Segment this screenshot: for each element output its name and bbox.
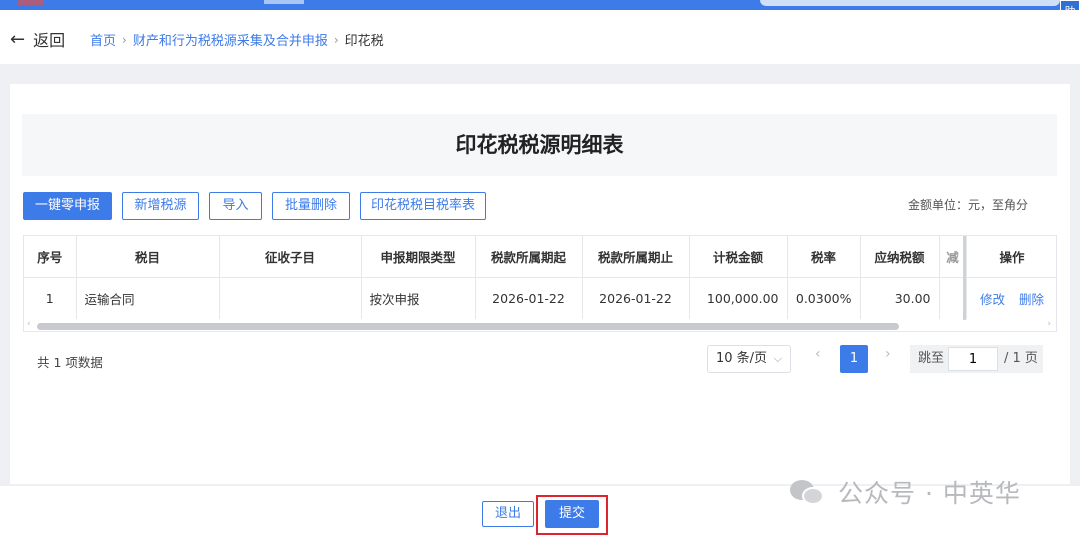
total-count: 共 1 项数据 [37,355,103,370]
column-header: 减 [939,236,967,278]
column-header: 序号 [24,236,77,278]
total-pages-label: / 1 页 [1004,351,1038,366]
batch-delete-button[interactable]: 批量删除 [272,192,350,220]
chevron-down-icon: ⌵ [773,352,782,365]
back-button[interactable]: ← 返回 [10,27,65,51]
breadcrumb-property-tax[interactable]: 财产和行为税税源采集及合并申报 [133,30,328,49]
scroll-right-icon[interactable]: › [1047,319,1051,329]
scroll-left-icon[interactable]: ‹ [27,319,31,329]
submit-button[interactable]: 提交 [545,500,599,528]
page-size-value: 10 条/页 [716,351,768,366]
column-header: 操作 [966,236,1056,278]
breadcrumb-current: 印花税 [344,34,384,49]
top-tab-indicator[interactable] [264,0,304,4]
table-header-row: 序号 税目 征收子目 申报期限类型 税款所属期起 税款所属期止 计税金额 税率 … [24,236,1056,278]
watermark-text: 公众号 · 中英华 [838,479,1021,508]
page-jumper: 跳至 / 1 页 [910,345,1043,373]
page-size-select[interactable]: 10 条/页 ⌵ [707,345,791,373]
tax-source-table: 序号 税目 征收子目 申报期限类型 税款所属期起 税款所属期止 计税金额 税率 … [23,235,1057,332]
page-title: 印花税税源明细表 [22,114,1057,176]
prev-page-icon[interactable]: ‹ [815,346,821,362]
top-app-bar [0,0,1080,10]
column-header: 计税金额 [689,236,788,278]
page-number-current[interactable]: 1 [840,345,868,373]
breadcrumb-home[interactable]: 首页 [90,30,116,49]
chevron-right-icon: › [333,32,339,47]
column-header: 税款所属期止 [582,236,690,278]
jump-label: 跳至 [918,351,945,366]
cell-item: 运输合同 [76,277,220,319]
chevron-right-icon: › [122,32,127,47]
column-header: 税率 [787,236,861,278]
amount-unit-text: 金额单位：元，至角分 [908,198,1029,212]
add-source-button[interactable]: 新增税源 [122,192,199,220]
nav-bar: ← 返回 首页 › 财产和行为税税源采集及合并申报 › 印花税 [0,10,1080,64]
top-search-box[interactable] [760,0,1060,6]
next-page-icon[interactable]: › [885,346,891,362]
rate-table-button[interactable]: 印花税税目税率表 [360,192,486,220]
back-label: 返回 [33,31,66,50]
cell-reduce [939,277,967,319]
table-horizontal-scrollbar[interactable]: ‹ › [23,319,1057,331]
cell-amount: 100,000.00 [689,277,788,319]
breadcrumb: 首页 › 财产和行为税税源采集及合并申报 › 印花税 [90,30,384,50]
zero-declare-button[interactable]: 一键零申报 [23,192,112,220]
cell-tax: 30.00 [860,277,940,319]
jump-page-input[interactable] [948,347,998,371]
cell-actions: 修改 删除 [966,277,1056,319]
cell-period-type: 按次申报 [361,277,476,319]
exit-button[interactable]: 退出 [482,501,534,527]
import-button[interactable]: 导入 [209,192,262,220]
table-vertical-scrollbar[interactable] [963,236,966,320]
column-header: 应纳税额 [860,236,940,278]
arrow-left-icon: ← [10,28,26,50]
column-header: 税目 [76,236,220,278]
table-row: 1 运输合同 按次申报 2026-01-22 2026-01-22 100,00… [24,277,1056,319]
column-header: 申报期限类型 [361,236,476,278]
column-header: 税款所属期起 [475,236,583,278]
cell-sub-item [219,277,362,319]
column-header: 征收子目 [219,236,362,278]
edit-link[interactable]: 修改 [980,292,1005,307]
main-card: 印花税税源明细表 一键零申报 新增税源 导入 批量删除 印花税税目税率表 金额单… [10,84,1070,484]
cell-index: 1 [24,277,77,319]
cell-start-date: 2026-01-22 [475,277,583,319]
cell-rate: 0.0300% [787,277,861,319]
cell-end-date: 2026-01-22 [582,277,690,319]
app-logo [18,0,44,5]
wechat-icon [790,478,824,506]
watermark: 公众号 · 中英华 [790,474,1021,510]
scroll-thumb[interactable] [37,323,899,330]
delete-link[interactable]: 删除 [1019,292,1044,307]
